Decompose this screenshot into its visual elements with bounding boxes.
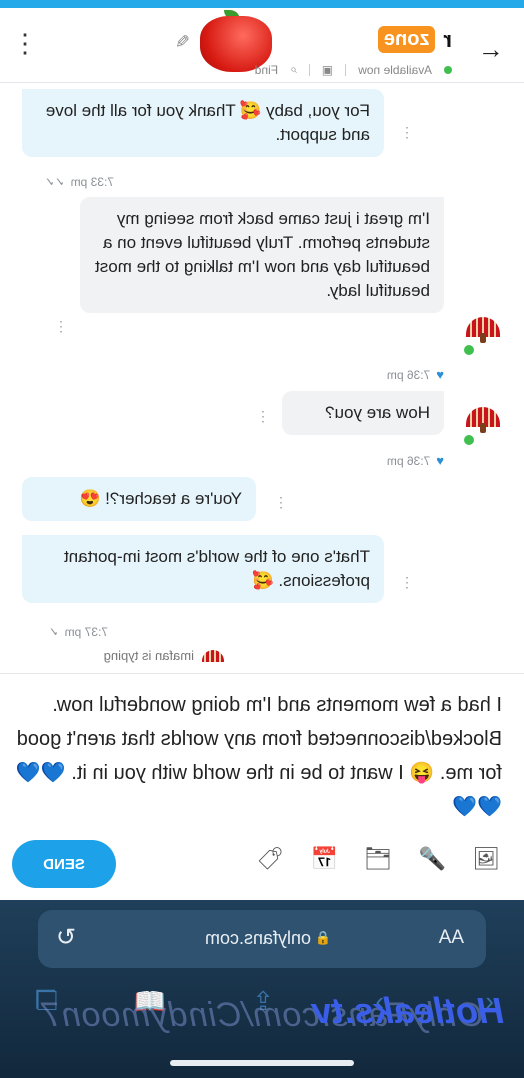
avatar[interactable] [462,401,504,447]
message-list[interactable]: For you, baby 🥰 Thank you for all the lo… [0,83,524,673]
message-options-icon[interactable]: ⋮ [400,124,414,140]
heart-icon: ♥ [436,453,444,468]
fan-icon [202,649,224,662]
address-bar[interactable]: AA 🔒 onlyfans.com ↻ [38,910,486,968]
divider [345,63,347,76]
message-options-icon[interactable]: ⋮ [54,318,68,334]
typing-indicator: imafan is typing [104,648,224,663]
browser-bar: AA 🔒 onlyfans.com ↻ ‹ › ⇪ 📖 ❐ OnlyFans.c… [0,900,524,1078]
mirrored-view: ← r zone ✎ Available now ▣ ⌕ Find ⋮ For … [0,0,524,1078]
home-indicator[interactable] [170,1060,354,1066]
message-options-icon[interactable]: ⋮ [256,408,270,424]
url-text[interactable]: onlyfans.com [205,928,311,949]
message-meta: ♥ 7:36 pm [387,453,444,468]
fan-handle [480,333,486,343]
schedule-calendar-icon[interactable]: 📅 [311,846,338,872]
more-menu-icon[interactable]: ⋮ [12,28,38,58]
edit-pencil-icon[interactable]: ✎ [175,32,190,53]
message-time: 7:36 pm [386,367,431,382]
online-dot-icon [444,65,452,74]
message-composer: I had a few moments and I'm doing wonder… [0,673,524,904]
status-strip [0,0,524,8]
reload-icon[interactable]: ↻ [56,923,76,952]
message-options-icon[interactable]: ⋮ [274,494,288,510]
price-tag-icon[interactable]: 🏷 [256,846,284,872]
contact-info[interactable]: r zone ✎ Available now ▣ ⌕ Find [72,10,452,82]
composer-toolbar: 🖼 🎤 🗂 📅 🏷 SEND [0,834,524,894]
message-input[interactable]: I had a few moments and I'm doing wonder… [14,688,502,824]
contact-name-row: r zone [377,26,452,53]
search-icon[interactable]: ⌕ [290,62,297,77]
message-bubble[interactable]: You're a teacher?! 😍 [22,477,256,521]
fan-handle [480,423,486,433]
online-dot-icon [462,433,476,447]
chat-screen: ← r zone ✎ Available now ▣ ⌕ Find ⋮ For … [0,0,524,1078]
message-bubble[interactable]: I'm great i just came back from seeing m… [80,197,444,313]
contact-subinfo: Available now ▣ ⌕ Find [255,62,452,77]
message-meta: 7:33 pm ✓✓ [45,175,114,189]
message-options-icon[interactable]: ⋮ [400,574,414,590]
message-bubble[interactable]: How are you? [282,391,444,435]
message-bubble[interactable]: That's one of the world's most im-portan… [22,535,384,603]
message-time: 7:37 pm [64,625,108,639]
divider [308,63,310,76]
lock-icon: 🔒 [314,930,331,945]
heart-icon: ♥ [436,367,444,382]
contact-name-extra: r [443,26,452,52]
check-icon: ✓ [48,625,59,639]
status-text: Available now [358,62,432,77]
contact-name: zone [377,26,436,53]
send-button[interactable]: SEND [12,840,116,888]
image-upload-icon[interactable]: 🖼 [472,846,500,872]
chat-header: ← r zone ✎ Available now ▣ ⌕ Find ⋮ [0,8,524,83]
microphone-icon[interactable]: 🎤 [419,846,446,872]
message-time: 7:36 pm [386,453,431,468]
reader-aa-button[interactable]: AA [439,927,464,949]
message-meta: 7:37 pm ✓ [49,625,108,639]
image-icon[interactable]: ▣ [322,63,333,77]
message-meta: ♥ 7:36 pm [387,367,444,382]
watermark-logo: Hotleaks.tv [311,990,504,1031]
online-dot-icon [462,343,476,357]
back-arrow-icon[interactable]: ← [478,34,504,65]
double-check-icon: ✓✓ [44,175,65,189]
message-time: 7:33 pm [70,175,114,189]
message-bubble[interactable]: For you, baby 🥰 Thank you for all the lo… [22,89,384,157]
avatar[interactable] [462,311,504,357]
find-label[interactable]: Find [255,63,278,77]
vault-icon[interactable]: 🗂 [364,846,392,872]
typing-text: imafan is typing [103,648,194,663]
